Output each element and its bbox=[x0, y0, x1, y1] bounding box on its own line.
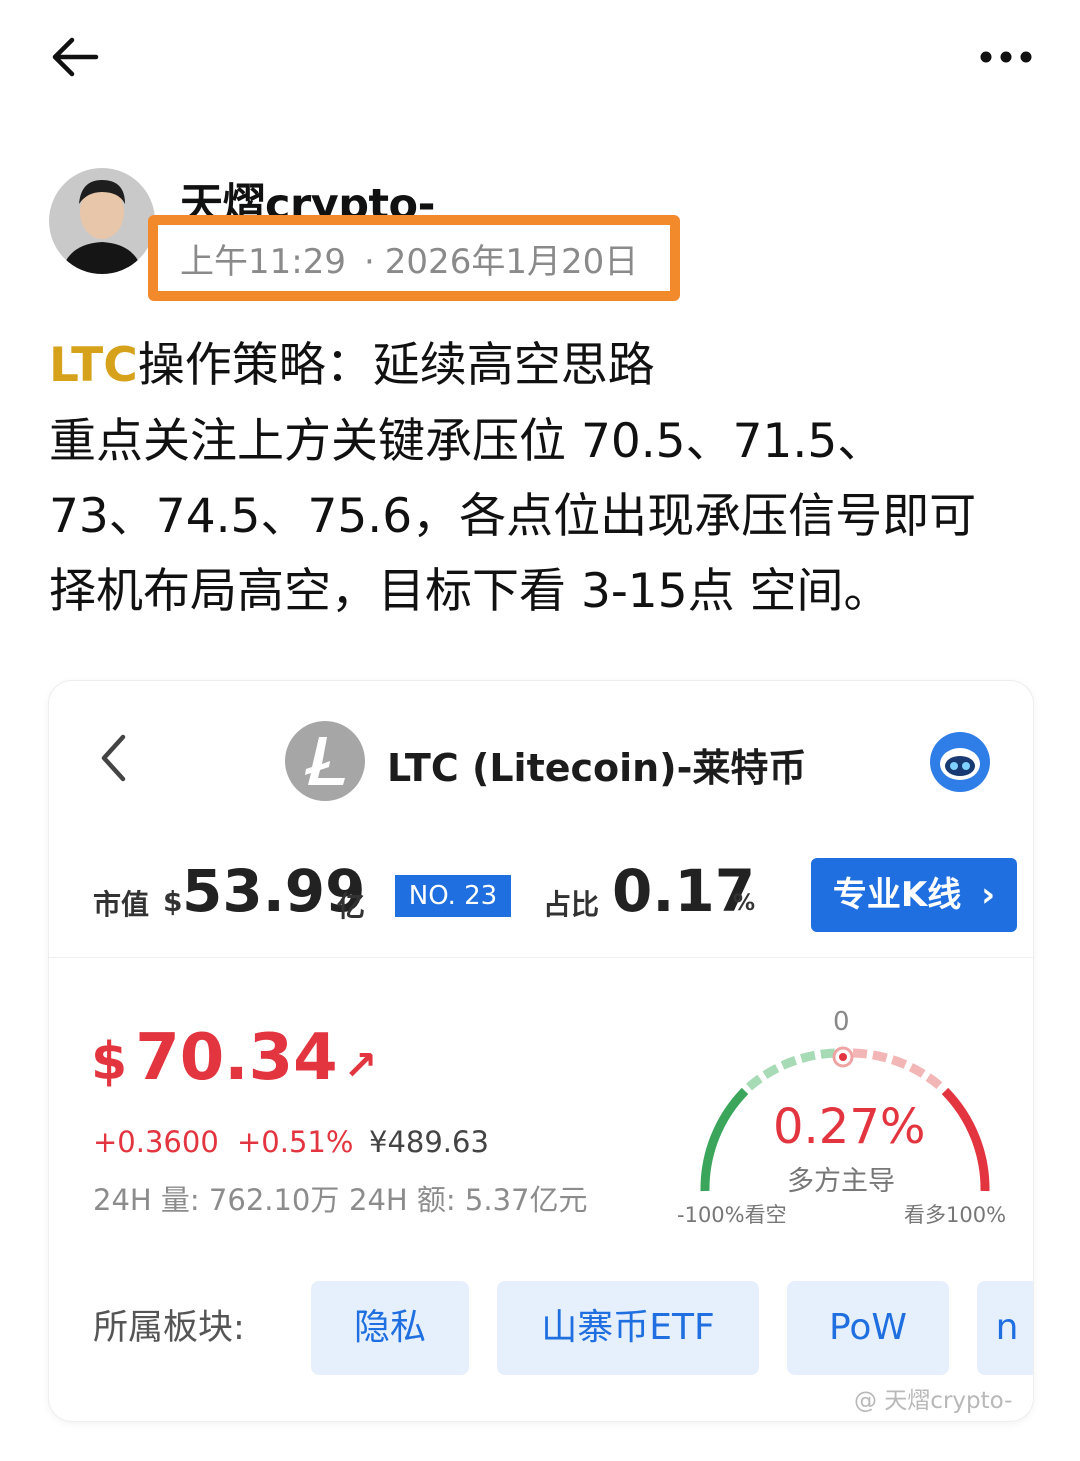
sector-chip-pow[interactable]: PoW bbox=[787, 1281, 949, 1375]
time-separator: · bbox=[363, 242, 375, 282]
market-cap-unit: 亿 bbox=[337, 890, 366, 923]
gauge-percent: 0.27% bbox=[773, 1099, 926, 1155]
divider bbox=[49, 957, 1033, 958]
volume-24h: 24H 量: 762.10万 bbox=[93, 1183, 340, 1217]
robot-assistant-icon bbox=[929, 731, 991, 793]
turnover-24h: 24H 额: 5.37亿元 bbox=[349, 1183, 588, 1217]
rank-badge: NO. 23 bbox=[395, 875, 511, 917]
more-button[interactable] bbox=[978, 40, 1034, 74]
litecoin-logo-icon bbox=[285, 721, 365, 801]
coin-title: LTC (Litecoin)-莱特币 bbox=[387, 746, 807, 790]
gauge-bear-label: -100%看空 bbox=[677, 1203, 787, 1227]
coin-card-image[interactable]: LTC (Litecoin)-莱特币 市值 $ 53.99 亿 NO. 23 占… bbox=[48, 680, 1034, 1422]
gauge-description: 多方主导 bbox=[787, 1166, 895, 1197]
post-date: 2026年1月20日 bbox=[384, 242, 639, 282]
chevron-right-icon: › bbox=[981, 875, 996, 915]
kline-button[interactable]: 专业K线 › bbox=[811, 858, 1017, 932]
price-display: $70.34 ↗ bbox=[91, 1021, 377, 1095]
change-percent: +0.51% bbox=[237, 1125, 354, 1159]
share-label: 占比 bbox=[543, 888, 600, 921]
card-back-icon bbox=[99, 733, 127, 783]
change-absolute: +0.3600 bbox=[93, 1125, 219, 1159]
price-value: 70.34 bbox=[135, 1021, 338, 1095]
trend-up-icon: ↗ bbox=[343, 1043, 378, 1089]
arrow-left-icon bbox=[52, 37, 99, 77]
kline-button-label: 专业K线 bbox=[832, 875, 962, 915]
market-cap-label: 市值 bbox=[93, 888, 150, 921]
price-currency: $ bbox=[91, 1032, 128, 1092]
post-line-2: 重点关注上方关键承压位 70.5、71.5、 bbox=[49, 414, 885, 469]
post-time: 上午11:29 bbox=[180, 242, 346, 282]
gauge-zero-label: 0 bbox=[833, 1007, 850, 1037]
sector-chip-privacy[interactable]: 隐私 bbox=[311, 1281, 469, 1375]
watermark: @ 天熠crypto- bbox=[854, 1388, 1013, 1414]
sector-label: 所属板块: bbox=[93, 1308, 245, 1348]
post-line-4: 择机布局高空，目标下看 3-15点 空间。 bbox=[49, 564, 891, 619]
avatar[interactable] bbox=[49, 168, 155, 274]
avatar-portrait-icon bbox=[49, 168, 155, 274]
sector-chip-truncated[interactable]: n bbox=[977, 1281, 1033, 1375]
more-dots-icon bbox=[980, 51, 1032, 63]
post-timestamp: 上午11:29 · 2026年1月20日 bbox=[180, 234, 638, 283]
back-button[interactable] bbox=[48, 30, 102, 84]
post-line-1: LTC操作策略：延续高空思路 bbox=[49, 336, 655, 396]
ticker-link[interactable]: LTC bbox=[49, 338, 138, 393]
sector-chip-altcoin-etf[interactable]: 山寨币ETF bbox=[497, 1281, 759, 1375]
market-cap-currency: $ bbox=[163, 885, 183, 918]
share-unit: % bbox=[733, 891, 756, 916]
post-line-3: 73、74.5、75.6，各点位出现承压信号即可 bbox=[49, 489, 977, 544]
price-cny: ¥489.63 bbox=[369, 1125, 489, 1159]
post-line-1-text: 操作策略：延续高空思路 bbox=[137, 338, 655, 393]
gauge-bull-label: 看多100% bbox=[904, 1203, 1007, 1227]
